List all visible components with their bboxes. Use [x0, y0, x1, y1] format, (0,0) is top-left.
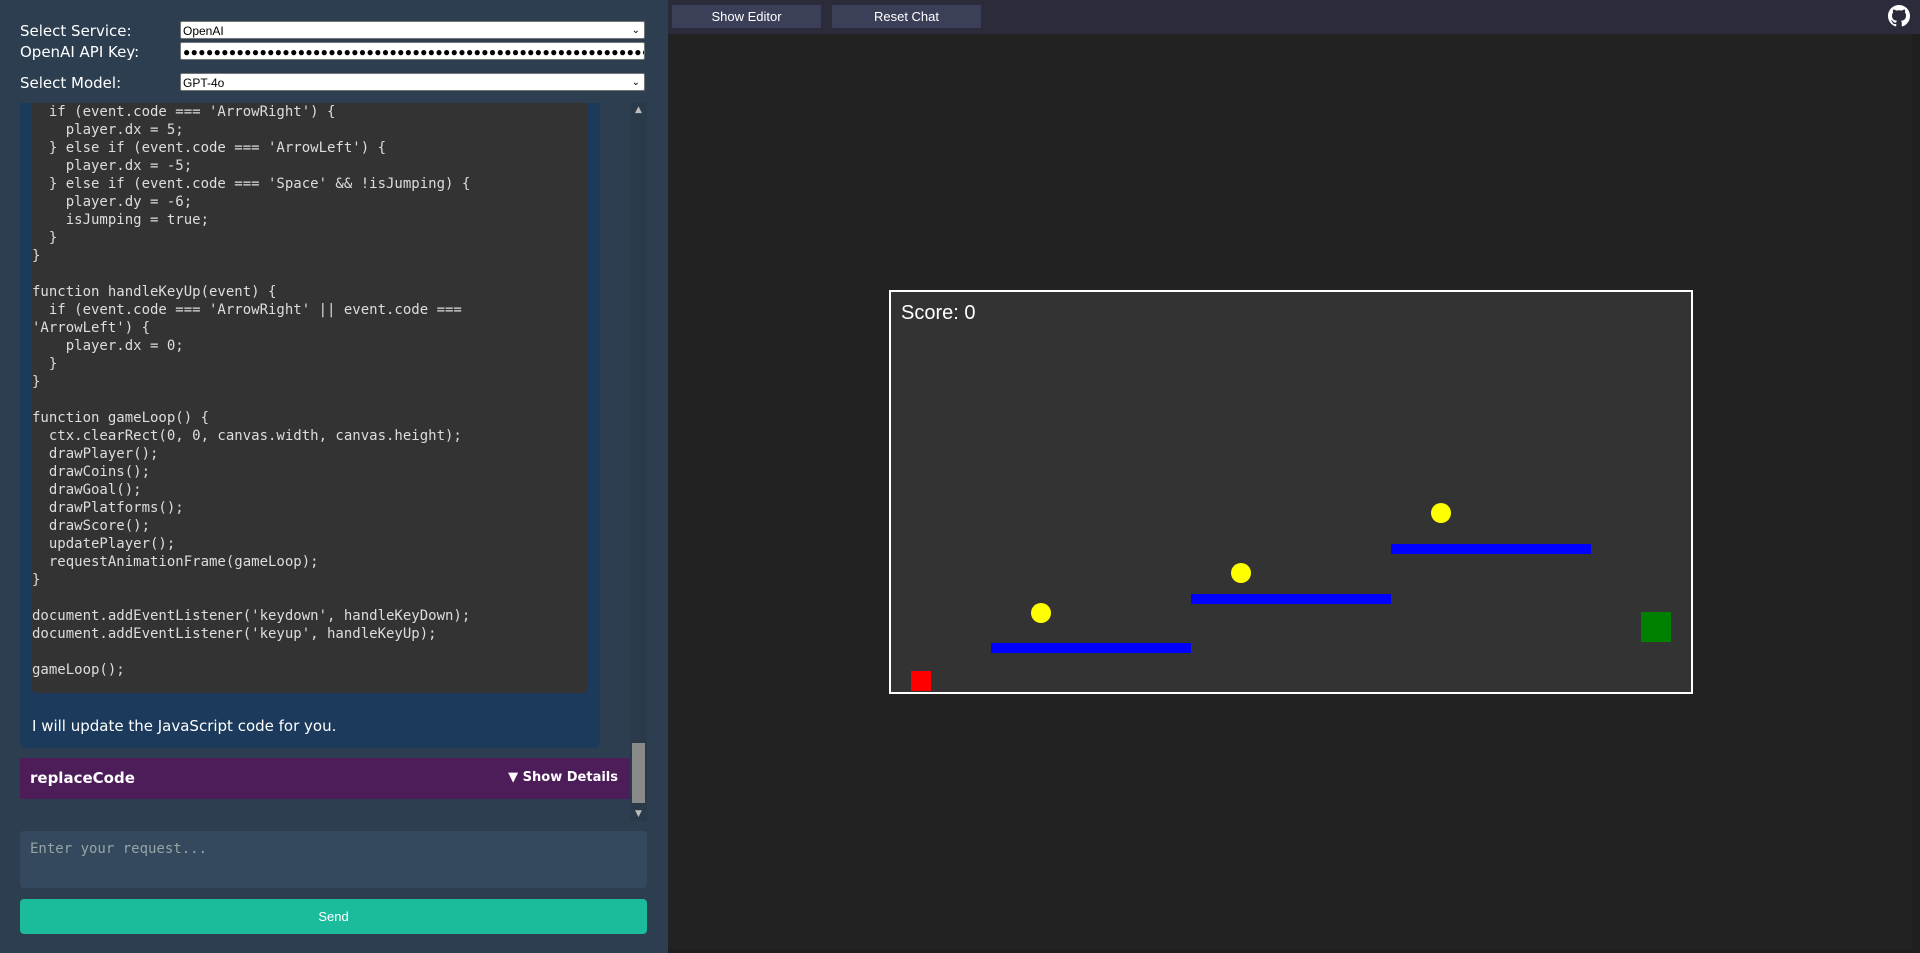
score-text: Score: 0 — [901, 302, 976, 324]
chat-panel: Select Service: OpenAI ⌄ OpenAI API Key:… — [0, 0, 668, 953]
code-block: if (event.code === 'ArrowRight') { playe… — [32, 103, 587, 693]
platform — [991, 643, 1191, 653]
player — [911, 671, 931, 691]
goal — [1641, 612, 1671, 642]
model-label: Select Model: — [20, 74, 122, 92]
service-value: OpenAI — [183, 24, 224, 38]
code-line: gameLoop(); — [32, 662, 125, 678]
platform — [1391, 544, 1591, 554]
chat-history[interactable]: if (event.code === 'ArrowRight') { playe… — [20, 103, 647, 821]
service-select[interactable]: OpenAI ⌄ — [180, 21, 645, 39]
code-line: isJumping = true; — [32, 212, 210, 228]
code-line: } — [32, 248, 41, 264]
model-value: GPT-4o — [183, 76, 225, 90]
code-line: function gameLoop() { — [32, 410, 210, 426]
code-line: if (event.code === 'ArrowRight' || event… — [32, 302, 462, 318]
code-line: } — [32, 572, 41, 588]
code-line: } — [32, 356, 58, 372]
model-row: Select Model: GPT-4o ⌄ — [20, 73, 647, 93]
code-line: } — [32, 374, 41, 390]
code-line: drawCoins(); — [32, 464, 151, 480]
tool-name: replaceCode — [30, 769, 135, 787]
coin — [1031, 603, 1051, 623]
code-line: } — [32, 230, 58, 246]
game-preview: Score: 0 — [668, 34, 1912, 949]
api-key-field[interactable]: ●●●●●●●●●●●●●●●●●●●●●●●●●●●●●●●●●●●●●●●●… — [180, 42, 645, 60]
reset-chat-button[interactable]: Reset Chat — [832, 5, 981, 28]
code-line: drawGoal(); — [32, 482, 142, 498]
service-label: Select Service: — [20, 22, 132, 40]
assistant-message: if (event.code === 'ArrowRight') { playe… — [20, 103, 600, 748]
api-key-label: OpenAI API Key: — [20, 43, 140, 61]
code-line: if (event.code === 'ArrowRight') { — [32, 104, 336, 120]
send-button[interactable]: Send — [20, 899, 647, 934]
code-line: requestAnimationFrame(gameLoop); — [32, 554, 319, 570]
code-line: ctx.clearRect(0, 0, canvas.width, canvas… — [32, 428, 462, 444]
chevron-down-icon: ⌄ — [631, 77, 640, 88]
model-select[interactable]: GPT-4o ⌄ — [180, 73, 645, 91]
show-details-toggle[interactable]: ▼ Show Details — [508, 770, 618, 785]
code-line: document.addEventListener('keydown', han… — [32, 608, 471, 624]
code-line: player.dx = 0; — [32, 338, 184, 354]
coin — [1431, 503, 1451, 523]
message-text: I will update the JavaScript code for yo… — [32, 717, 337, 735]
show-editor-button[interactable]: Show Editor — [672, 5, 821, 28]
code-line: 'ArrowLeft') { — [32, 320, 151, 336]
code-line: } else if (event.code === 'Space' && !is… — [32, 176, 471, 192]
chat-scrollbar[interactable]: ▲ ▼ — [630, 103, 647, 821]
chevron-down-icon: ⌄ — [631, 25, 640, 36]
platform — [1191, 594, 1391, 604]
tool-call-card: replaceCode ▼ Show Details — [20, 758, 630, 799]
scroll-down-icon[interactable]: ▼ — [630, 807, 647, 821]
code-line: drawScore(); — [32, 518, 151, 534]
scrollbar-thumb[interactable] — [632, 743, 645, 803]
code-line: player.dx = 5; — [32, 122, 184, 138]
game-canvas[interactable]: Score: 0 — [889, 290, 1693, 694]
api-key-row: OpenAI API Key: ●●●●●●●●●●●●●●●●●●●●●●●●… — [20, 42, 647, 62]
service-row: Select Service: OpenAI ⌄ — [20, 21, 647, 41]
code-line: document.addEventListener('keyup', handl… — [32, 626, 437, 642]
github-icon[interactable] — [1888, 5, 1910, 27]
request-input[interactable] — [20, 831, 647, 888]
scroll-up-icon[interactable]: ▲ — [630, 103, 647, 117]
code-line: drawPlatforms(); — [32, 500, 184, 516]
code-line: updatePlayer(); — [32, 536, 176, 552]
code-line: function handleKeyUp(event) { — [32, 284, 277, 300]
coin — [1231, 563, 1251, 583]
code-line: player.dx = -5; — [32, 158, 193, 174]
code-line: player.dy = -6; — [32, 194, 193, 210]
code-line: drawPlayer(); — [32, 446, 159, 462]
preview-toolbar: Show Editor Reset Chat — [668, 0, 1920, 34]
code-line: } else if (event.code === 'ArrowLeft') { — [32, 140, 387, 156]
